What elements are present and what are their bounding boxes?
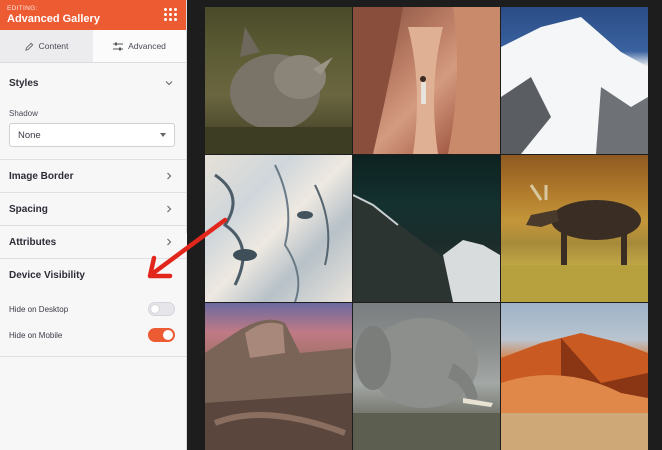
hide-on-desktop-label: Hide on Desktop — [9, 304, 69, 314]
elephant-illustration — [353, 318, 500, 450]
chevron-down-icon — [165, 273, 173, 278]
image-gallery — [205, 7, 655, 450]
gallery-image-snowy-mountain[interactable] — [501, 7, 648, 154]
styles-label: Styles — [9, 77, 39, 89]
shadow-select[interactable]: None — [9, 123, 175, 147]
attributes-section-header[interactable]: Attributes — [0, 226, 186, 259]
canyon-illustration — [353, 7, 500, 154]
half-dome-illustration — [205, 319, 352, 450]
caret-down-icon — [160, 133, 166, 137]
toggle-knob — [163, 330, 173, 340]
gallery-image-elephant[interactable] — [353, 303, 500, 450]
hide-on-desktop-row: Hide on Desktop — [9, 296, 175, 322]
chevron-down-icon — [165, 81, 173, 86]
image-border-section-header[interactable]: Image Border — [0, 160, 186, 193]
moose-illustration — [501, 184, 648, 302]
toggle-knob — [151, 305, 159, 313]
tab-advanced-label: Advanced — [128, 41, 166, 51]
sliders-icon — [113, 42, 124, 50]
gallery-image-ice[interactable] — [205, 155, 352, 302]
mountain-illustration — [501, 17, 648, 154]
hide-on-mobile-label: Hide on Mobile — [9, 330, 63, 340]
gallery-image-rhino[interactable] — [205, 7, 352, 154]
tab-advanced[interactable]: Advanced — [93, 30, 186, 62]
dunes-illustration — [501, 333, 648, 450]
attributes-label: Attributes — [9, 236, 57, 248]
styles-section-body: Shadow None — [0, 103, 186, 160]
tab-content-label: Content — [38, 41, 69, 51]
shadow-select-value: None — [18, 129, 41, 141]
settings-sidebar: EDITING: Advanced Gallery Content Advanc… — [0, 0, 187, 450]
image-border-label: Image Border — [9, 170, 74, 182]
hide-on-mobile-row: Hide on Mobile — [9, 322, 175, 348]
hide-on-mobile-toggle[interactable] — [148, 328, 175, 342]
module-title: Advanced Gallery — [7, 13, 100, 25]
chevron-right-icon — [167, 238, 172, 246]
chevron-right-icon — [167, 172, 172, 180]
hide-on-desktop-toggle[interactable] — [148, 302, 175, 316]
shadow-label: Shadow — [9, 109, 38, 118]
spacing-label: Spacing — [9, 203, 48, 215]
gallery-image-half-dome[interactable] — [205, 303, 352, 450]
device-visibility-body: Hide on Desktop Hide on Mobile — [0, 292, 186, 357]
device-visibility-label: Device Visibility — [9, 270, 85, 281]
ice-illustration — [214, 164, 330, 302]
grid-menu-icon[interactable] — [164, 8, 177, 21]
preview-canvas — [187, 0, 662, 450]
gallery-image-sand-dunes[interactable] — [501, 303, 648, 450]
gallery-image-moose[interactable] — [501, 155, 648, 302]
gallery-image-night-mountain[interactable] — [353, 155, 500, 302]
app: EDITING: Advanced Gallery Content Advanc… — [0, 0, 662, 450]
editing-label: EDITING: — [7, 5, 38, 12]
device-visibility-section-header[interactable]: Device Visibility — [0, 259, 186, 292]
rhino-illustration — [205, 27, 352, 154]
sidebar-header: EDITING: Advanced Gallery — [0, 0, 186, 30]
tab-content[interactable]: Content — [0, 30, 93, 62]
gallery-image-canyon[interactable] — [353, 7, 500, 154]
pencil-icon — [24, 42, 33, 51]
night-mountain-illustration — [353, 194, 500, 302]
chevron-right-icon — [167, 205, 172, 213]
settings-tabs: Content Advanced — [0, 30, 186, 63]
styles-section-header[interactable]: Styles — [0, 63, 186, 103]
spacing-section-header[interactable]: Spacing — [0, 193, 186, 226]
